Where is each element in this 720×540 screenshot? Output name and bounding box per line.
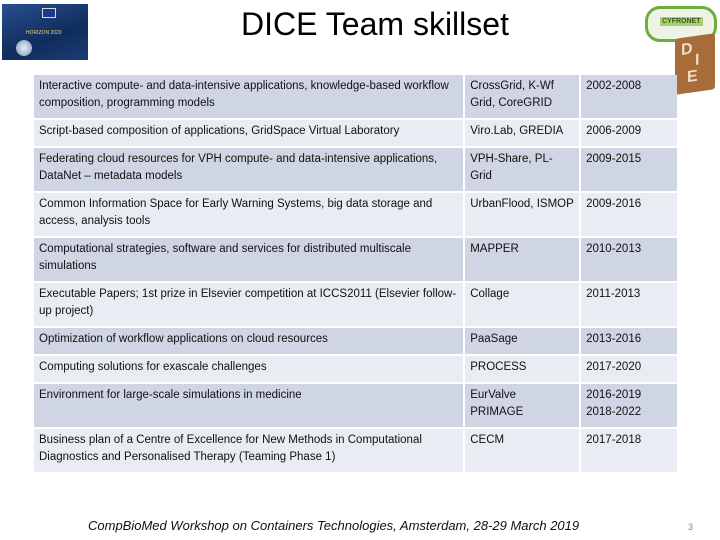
- projects-cell: MAPPER: [465, 238, 580, 281]
- topic-cell: Computational strategies, software and s…: [34, 238, 464, 281]
- topic-cell: Computing solutions for exascale challen…: [34, 356, 464, 382]
- projects-cell: PaaSage: [465, 328, 580, 354]
- table-row: Common Information Space for Early Warni…: [34, 193, 677, 236]
- page-number: 3: [688, 522, 694, 532]
- years-cell: 2010-2013: [581, 238, 677, 281]
- projects-cell: Collage: [465, 283, 580, 326]
- years-cell: 2017-2018: [581, 429, 677, 472]
- table-row: Interactive compute- and data-intensive …: [34, 75, 677, 118]
- table-row: Federating cloud resources for VPH compu…: [34, 148, 677, 191]
- table-row: Script-based composition of applications…: [34, 120, 677, 146]
- years-cell: 2011-2013: [581, 283, 677, 326]
- topic-cell: Optimization of workflow applications on…: [34, 328, 464, 354]
- years-cell: 2017-2020: [581, 356, 677, 382]
- topic-cell: Federating cloud resources for VPH compu…: [34, 148, 464, 191]
- topic-cell: Executable Papers; 1st prize in Elsevier…: [34, 283, 464, 326]
- topic-cell: Common Information Space for Early Warni…: [34, 193, 464, 236]
- years-cell: 2002-2008: [581, 75, 677, 118]
- table-row: Executable Papers; 1st prize in Elsevier…: [34, 283, 677, 326]
- projects-cell: Viro.Lab, GREDIA: [465, 120, 580, 146]
- table-row: Business plan of a Centre of Excellence …: [34, 429, 677, 472]
- projects-cell: CECM: [465, 429, 580, 472]
- topic-cell: Environment for large-scale simulations …: [34, 384, 464, 427]
- years-cell: 2009-2016: [581, 193, 677, 236]
- projects-cell: PROCESS: [465, 356, 580, 382]
- skills-table: Interactive compute- and data-intensive …: [32, 73, 679, 474]
- table-row: Computing solutions for exascale challen…: [34, 356, 677, 382]
- years-cell: 2009-2015: [581, 148, 677, 191]
- years-cell: 2006-2009: [581, 120, 677, 146]
- projects-cell: CrossGrid, K-Wf Grid, CoreGRID: [465, 75, 580, 118]
- footer-text: CompBioMed Workshop on Containers Techno…: [88, 518, 580, 533]
- projects-cell: EurValve PRIMAGE: [465, 384, 580, 427]
- table-row: Environment for large-scale simulations …: [34, 384, 677, 427]
- table-row: Optimization of workflow applications on…: [34, 328, 677, 354]
- projects-cell: VPH-Share, PL-Grid: [465, 148, 580, 191]
- table-row: Computational strategies, software and s…: [34, 238, 677, 281]
- years-cell: 2013-2016: [581, 328, 677, 354]
- years-cell: 2016-2019 2018-2022: [581, 384, 677, 427]
- topic-cell: Script-based composition of applications…: [34, 120, 464, 146]
- topic-cell: Interactive compute- and data-intensive …: [34, 75, 464, 118]
- topic-cell: Business plan of a Centre of Excellence …: [34, 429, 464, 472]
- projects-cell: UrbanFlood, ISMOP: [465, 193, 580, 236]
- slide-title: DICE Team skillset: [241, 6, 509, 42]
